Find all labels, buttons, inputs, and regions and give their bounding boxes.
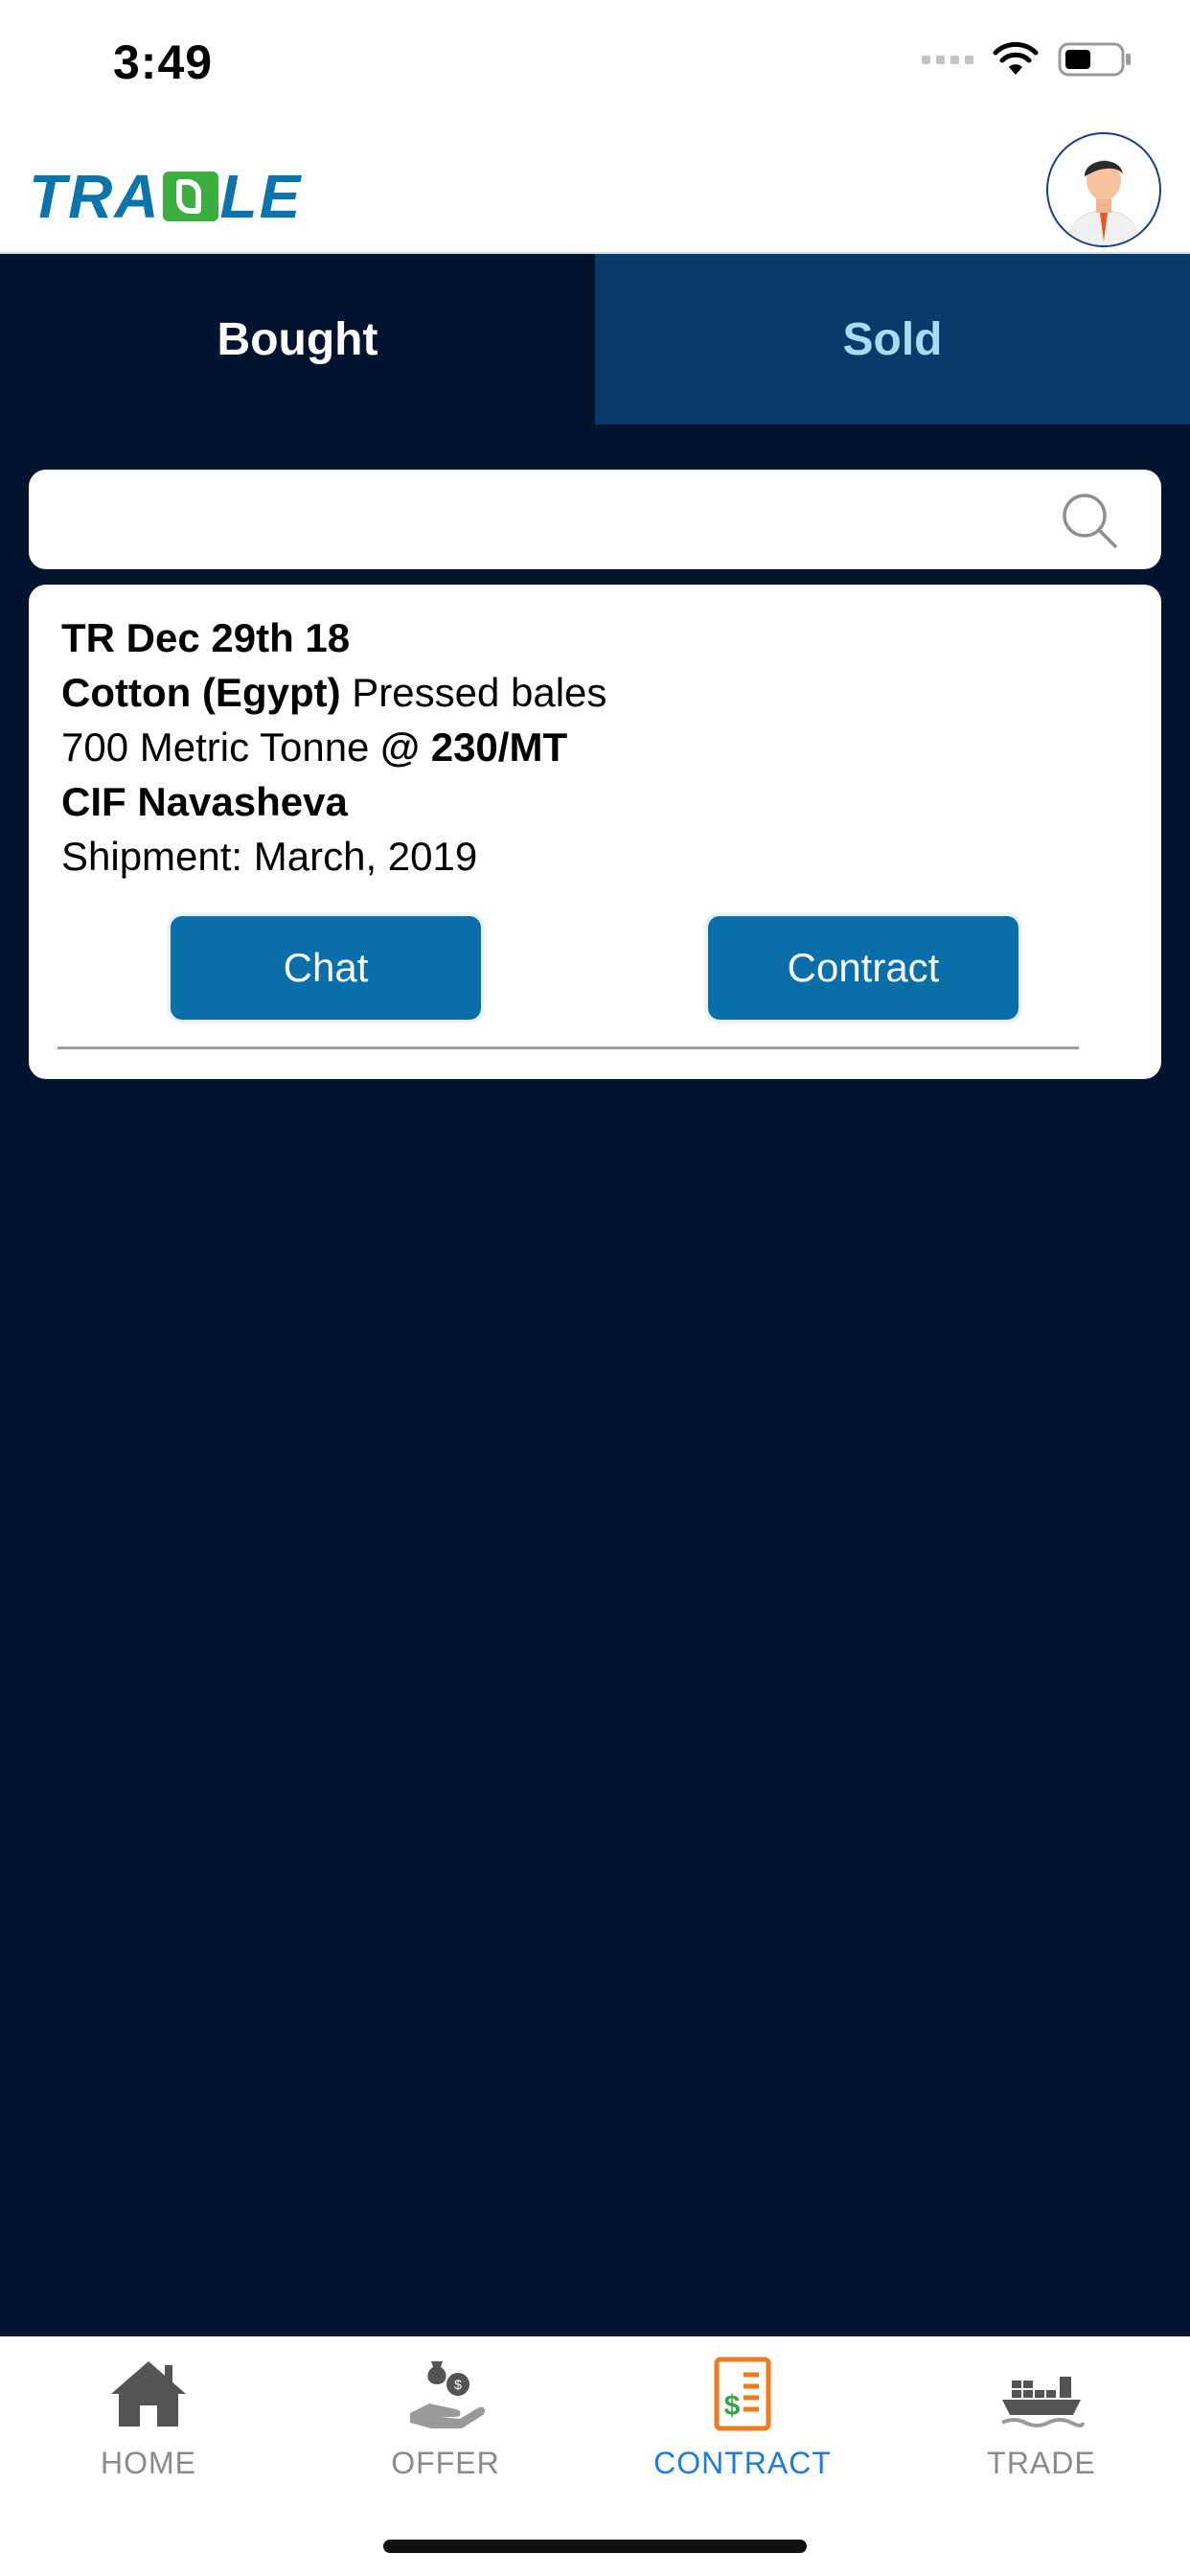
shipment-label: Shipment: xyxy=(61,834,243,879)
svg-text:$: $ xyxy=(454,2377,462,2392)
ship-icon xyxy=(1001,2377,1085,2427)
home-indicator[interactable] xyxy=(383,2540,807,2553)
status-time: 3:49 xyxy=(113,35,214,89)
nav-contract-label: CONTRACT xyxy=(653,2446,832,2480)
shipment-value: March, 2019 xyxy=(253,834,478,879)
battery-icon xyxy=(1058,42,1131,77)
card-divider xyxy=(57,1046,1079,1049)
status-bar: 3:49 xyxy=(0,0,1190,123)
search-input[interactable] xyxy=(57,489,1019,552)
tab-sold[interactable]: Sold xyxy=(595,254,1190,425)
contract-button[interactable]: Contract xyxy=(708,916,1018,1020)
price: @ 230/MT xyxy=(380,724,568,770)
nav-trade[interactable]: TRADE xyxy=(893,2356,1190,2499)
nav-home[interactable]: HOME xyxy=(0,2356,297,2499)
quantity: 700 Metric Tonne xyxy=(61,724,370,770)
commodity-line: Cotton (Egypt) Pressed bales xyxy=(61,670,606,716)
chat-button[interactable]: Chat xyxy=(171,916,481,1020)
tab-bought[interactable]: Bought xyxy=(0,254,595,425)
user-avatar-icon xyxy=(1050,136,1157,245)
commodity-name: Cotton (Egypt) xyxy=(61,670,341,715)
tradle-logo: TRA LE xyxy=(29,162,303,231)
contract-icon: $ xyxy=(714,2357,771,2431)
contract-card: TR Dec 29th 18 Cotton (Egypt) Pressed ba… xyxy=(29,585,1161,1079)
app-header: TRA LE xyxy=(0,123,1190,254)
nav-offer-label: OFFER xyxy=(391,2446,500,2480)
quantity-line: 700 Metric Tonne @ 230/MT xyxy=(61,724,567,770)
packing-type: Pressed bales xyxy=(352,670,607,715)
wifi-icon xyxy=(993,42,1039,75)
nav-offer[interactable]: $ OFFER xyxy=(297,2356,594,2499)
delivery-terms: CIF Navasheva xyxy=(61,779,348,824)
status-icons xyxy=(922,42,1133,77)
home-icon xyxy=(111,2361,186,2426)
search-bar xyxy=(29,470,1161,569)
bought-sold-tabs: Bought Sold xyxy=(0,254,1190,425)
nav-contract[interactable]: $ CONTRACT xyxy=(594,2356,891,2499)
offer-icon: $ xyxy=(410,2361,486,2428)
profile-avatar[interactable] xyxy=(1046,132,1161,247)
svg-text:$: $ xyxy=(724,2390,741,2422)
nav-trade-label: TRADE xyxy=(987,2446,1096,2480)
cellular-signal-icon xyxy=(922,55,973,64)
search-icon[interactable] xyxy=(1060,491,1119,550)
shipment-line: Shipment: March, 2019 xyxy=(61,834,477,880)
nav-home-label: HOME xyxy=(101,2446,196,2480)
trade-reference: TR Dec 29th 18 xyxy=(61,615,351,660)
